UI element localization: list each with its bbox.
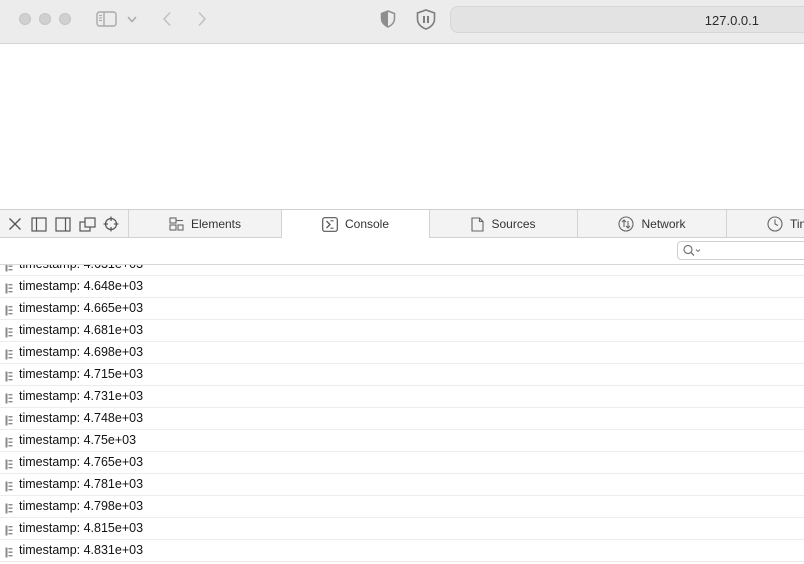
log-message-text: timestamp: 4.75e+03	[19, 433, 137, 447]
log-entry[interactable]: timestamp: 4.75e+03	[0, 430, 804, 452]
sidebar-toggle-button[interactable]	[95, 10, 117, 28]
log-message-text: timestamp: 4.648e+03	[19, 279, 144, 293]
elements-icon	[169, 217, 184, 231]
tab-label: Elements	[190, 217, 242, 231]
log-message-text: timestamp: 4.831e+03	[19, 543, 144, 557]
sources-icon	[471, 216, 485, 232]
tab-label: Network	[641, 217, 686, 231]
log-rows: timestamp: 4.631e+03 timestamp: 4.648e+03…	[0, 265, 804, 562]
log-entry[interactable]: timestamp: 4.815e+03	[0, 518, 804, 540]
devtools-tab-bar: Elements Console Sources Network Tin	[0, 209, 804, 238]
chevron-left-icon	[162, 11, 171, 27]
log-entry[interactable]: timestamp: 4.715e+03	[0, 364, 804, 386]
tab-console[interactable]: Console	[281, 210, 429, 238]
tab-timelines[interactable]: Tin	[726, 210, 804, 238]
console-log[interactable]: timestamp: 4.631e+03 timestamp: 4.648e+03…	[0, 265, 804, 564]
log-message-text: timestamp: 4.765e+03	[19, 455, 144, 469]
chevron-right-icon	[198, 11, 207, 27]
log-message-text: timestamp: 4.815e+03	[19, 521, 144, 535]
crosshair-icon	[103, 216, 119, 232]
console-filter-bar	[0, 238, 804, 265]
tab-label: Sources	[491, 217, 536, 231]
extension-button[interactable]	[415, 8, 437, 30]
log-entry[interactable]: timestamp: 4.698e+03	[0, 342, 804, 364]
dock-right-icon	[55, 216, 71, 232]
tab-network[interactable]: Network	[577, 210, 726, 238]
tab-sources[interactable]: Sources	[429, 210, 577, 238]
log-entry[interactable]: timestamp: 4.831e+03	[0, 540, 804, 562]
log-message-text: timestamp: 4.781e+03	[19, 477, 144, 491]
dock-right-button[interactable]	[54, 215, 72, 233]
log-message-text: timestamp: 4.731e+03	[19, 389, 144, 403]
console-icon	[322, 216, 338, 232]
forward-button[interactable]	[192, 9, 212, 29]
zoom-window-button[interactable]	[59, 13, 71, 25]
log-message-text: timestamp: 4.748e+03	[19, 411, 144, 425]
log-message-icon	[5, 544, 13, 564]
close-window-button[interactable]	[19, 13, 31, 25]
page-viewport	[0, 44, 804, 209]
log-message-text: timestamp: 4.681e+03	[19, 323, 144, 337]
minimize-window-button[interactable]	[39, 13, 51, 25]
chevron-down-icon	[127, 16, 137, 23]
log-message-text: timestamp: 4.715e+03	[19, 367, 144, 381]
log-entry[interactable]: timestamp: 4.765e+03	[0, 452, 804, 474]
pause-shield-icon	[416, 8, 436, 30]
dock-left-button[interactable]	[30, 215, 48, 233]
privacy-report-button[interactable]	[378, 9, 398, 29]
log-entry[interactable]: timestamp: 4.748e+03	[0, 408, 804, 430]
address-bar[interactable]: 127.0.0.1	[450, 6, 804, 33]
log-entry[interactable]: timestamp: 4.731e+03	[0, 386, 804, 408]
address-text: 127.0.0.1	[704, 13, 759, 28]
browser-toolbar: 127.0.0.1	[0, 0, 804, 44]
back-button[interactable]	[157, 9, 177, 29]
log-message-text: timestamp: 4.665e+03	[19, 301, 144, 315]
tab-label: Tin	[790, 217, 804, 231]
log-entry[interactable]: timestamp: 4.798e+03	[0, 496, 804, 518]
tab-overview-menu-button[interactable]	[125, 12, 139, 26]
shield-icon	[380, 10, 396, 28]
tab-label: Console	[344, 217, 390, 231]
dock-left-icon	[31, 216, 47, 232]
log-entry[interactable]: timestamp: 4.631e+03	[0, 265, 804, 276]
log-message-text: timestamp: 4.798e+03	[19, 499, 144, 513]
filter-input[interactable]	[677, 241, 804, 260]
search-icon	[683, 244, 701, 256]
log-message-text: timestamp: 4.631e+03	[19, 265, 143, 275]
log-entry[interactable]: timestamp: 4.648e+03	[0, 276, 804, 298]
detach-window-icon	[78, 216, 96, 232]
timelines-icon	[767, 216, 783, 232]
inspect-element-button[interactable]	[102, 215, 120, 233]
tab-elements[interactable]: Elements	[128, 210, 281, 238]
log-entry[interactable]: timestamp: 4.665e+03	[0, 298, 804, 320]
log-entry[interactable]: timestamp: 4.781e+03	[0, 474, 804, 496]
log-entry[interactable]: timestamp: 4.681e+03	[0, 320, 804, 342]
close-devtools-button[interactable]	[6, 215, 24, 233]
network-icon	[618, 216, 635, 232]
undock-button[interactable]	[78, 215, 96, 233]
sidebar-icon	[95, 11, 117, 27]
close-icon	[9, 218, 21, 230]
log-message-text: timestamp: 4.698e+03	[19, 345, 144, 359]
